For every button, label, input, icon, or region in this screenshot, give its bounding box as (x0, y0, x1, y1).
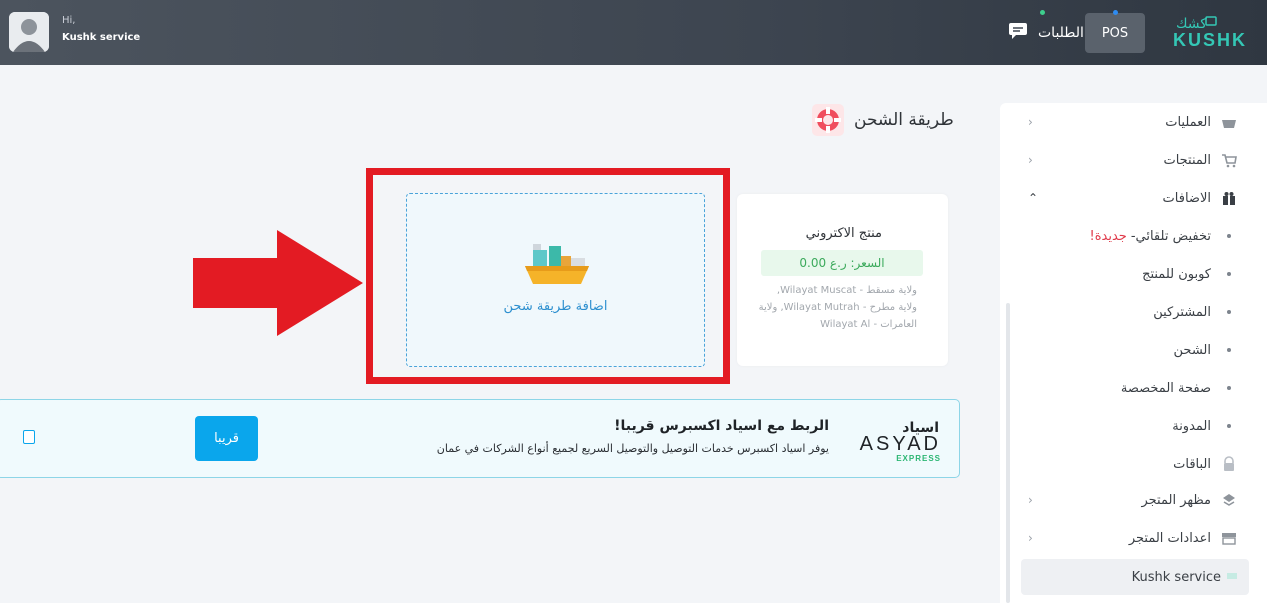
avatar[interactable] (9, 12, 49, 52)
sidebar-item-addons[interactable]: الاضافات (1163, 187, 1237, 209)
sidebar-item-label: تخفيض تلقائي- (1130, 228, 1211, 244)
new-badge: جديدة! (1089, 228, 1127, 244)
banner-checkbox[interactable] (23, 430, 35, 444)
sidebar-item-packages[interactable]: الباقات (1173, 453, 1237, 475)
asyad-logo: ASYAD (859, 433, 941, 455)
orders-button[interactable]: الطلبات (1008, 10, 1092, 46)
sidebar-item-products[interactable]: المنتجات (1163, 149, 1237, 171)
shipping-method-card[interactable]: منتج الاكتروني السعر: ر.ع 0.00 ولاية مسق… (737, 194, 948, 366)
sidebar-item-subscribers[interactable]: المشتركين (1153, 301, 1237, 323)
bullet (1227, 310, 1231, 314)
chevron-left-icon[interactable]: › (1028, 493, 1033, 507)
user-name[interactable]: Kushk service (62, 32, 140, 43)
gift-icon (1221, 190, 1237, 206)
sidebar-item-label: المدونة (1172, 418, 1211, 434)
sidebar-item-auto-discount[interactable]: تخفيض تلقائي- جديدة! (1090, 225, 1238, 247)
logo-text: KUSHK (1173, 30, 1248, 50)
arrow-right-icon (193, 230, 363, 336)
sidebar-item-label: العمليات (1165, 114, 1211, 130)
chevron-left-icon[interactable]: › (1028, 115, 1033, 129)
store-icon (1221, 530, 1237, 546)
top-bar: Hi, Kushk service الطلبات POS كشك KUSHK (0, 0, 1267, 65)
store-name: Kushk service (1131, 569, 1221, 585)
chevron-left-icon[interactable]: › (1028, 153, 1033, 167)
chat-icon (1008, 22, 1028, 44)
sidebar-item-operations[interactable]: العمليات (1165, 111, 1237, 133)
sidebar-item-store-appearance[interactable]: مظهر المتجر (1141, 489, 1237, 511)
regions-text: ولاية مسقط - Wilayat Muscat, ولاية مطرح … (758, 285, 917, 330)
sidebar-item-label: كوبون للمنتج (1142, 266, 1211, 282)
orders-label: الطلبات (1038, 25, 1084, 41)
bullet (1227, 234, 1231, 238)
store-icon (1227, 573, 1237, 579)
sidebar-item-label: المنتجات (1163, 152, 1211, 168)
banner-subtitle: يوفر اسياد اكسبرس خدمات التوصيل والتوصيل… (436, 442, 829, 455)
sidebar-item-custom-page[interactable]: صفحة المخصصة (1121, 377, 1237, 399)
sidebar-item-shipping[interactable]: الشحن (1174, 339, 1237, 361)
sidebar-item-label: الشحن (1173, 342, 1211, 358)
lifebuoy-icon (812, 104, 844, 136)
sidebar-scrollbar[interactable] (1006, 303, 1010, 603)
pos-label: POS (1101, 25, 1129, 41)
asyad-logo-sub: EXPRESS (896, 454, 941, 463)
notification-dot (1040, 10, 1045, 15)
sidebar-item-blog[interactable]: المدونة (1172, 415, 1237, 437)
banner-title: الربط مع اسياد اكسبرس قريبا! (614, 418, 829, 434)
sidebar-item-label: المشتركين (1153, 304, 1211, 320)
sidebar: العمليات › المنتجات › الاضافات ⌃ تخفيض ت… (1000, 103, 1267, 603)
bullet (1227, 424, 1231, 428)
sidebar-item-label: الباقات (1173, 456, 1211, 472)
sidebar-item-product-coupon[interactable]: كوبون للمنتج (1142, 263, 1237, 285)
sidebar-item-label: اعدادات المتجر (1128, 530, 1211, 546)
asyad-integration-banner: اسياد ASYAD EXPRESS الربط مع اسياد اكسبر… (0, 399, 960, 478)
chevron-up-icon[interactable]: ⌃ (1028, 191, 1038, 205)
shipping-method-title: منتج الاكتروني (805, 226, 882, 241)
bullet (1227, 348, 1231, 352)
cart-icon (1221, 152, 1237, 168)
sidebar-item-label: مظهر المتجر (1141, 492, 1211, 508)
page-title: طريقة الشحن (854, 110, 954, 130)
store-switcher[interactable]: Kushk service (1021, 559, 1249, 595)
pos-button[interactable]: POS (1085, 10, 1145, 53)
price-badge: السعر: ر.ع 0.00 (761, 250, 923, 276)
notification-dot (1113, 10, 1118, 15)
bullet (1227, 272, 1231, 276)
bullet (1227, 386, 1231, 390)
chevron-left-icon[interactable]: › (1028, 531, 1033, 545)
sidebar-item-store-settings[interactable]: اعدادات المتجر (1129, 527, 1237, 549)
lock-icon (1221, 456, 1237, 472)
highlight-frame (366, 168, 730, 384)
coming-soon-button[interactable]: قريبا (195, 416, 258, 461)
greeting-text: Hi, (62, 15, 76, 26)
paint-icon (1221, 492, 1237, 508)
sidebar-item-label: الاضافات (1162, 190, 1211, 206)
sidebar-item-label: صفحة المخصصة (1120, 380, 1211, 396)
basket-icon (1221, 114, 1237, 130)
